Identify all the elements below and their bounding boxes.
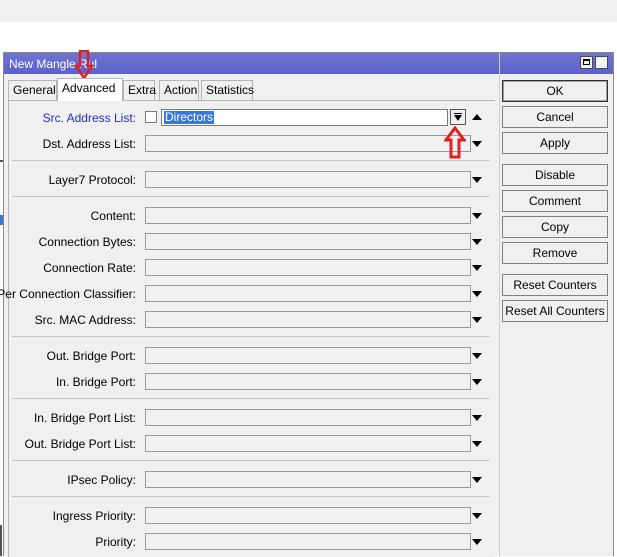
src-mac-address-row: Src. MAC Address: [9, 310, 489, 330]
in-bridge-port-label: In. Bridge Port: [55, 375, 136, 389]
content-label: Content: [90, 209, 136, 223]
comment-button[interactable]: Comment [502, 190, 608, 212]
title-bar[interactable]: New Mangle Rul ✕ [4, 53, 613, 74]
in-bridge-port-list-dropdown-arrow-icon[interactable] [472, 415, 482, 421]
src-mac-address-field[interactable] [145, 311, 471, 328]
separator [12, 398, 490, 399]
out-bridge-port-list-label: Out. Bridge Port List: [24, 437, 136, 451]
remove-button[interactable]: Remove [502, 242, 608, 264]
tab-general[interactable]: General [8, 80, 57, 100]
background-top [0, 0, 617, 22]
reset-all-counters-button[interactable]: Reset All Counters [502, 300, 608, 322]
in-bridge-port-dropdown-arrow-icon[interactable] [472, 379, 482, 385]
dst-address-list-field[interactable] [145, 135, 471, 152]
connection-bytes-dropdown-arrow-icon[interactable] [472, 239, 482, 245]
src-address-list-dropdown[interactable] [450, 109, 466, 125]
src-address-list-input[interactable]: Directors [161, 109, 448, 126]
per-connection-classifier-row: Per Connection Classifier: [0, 284, 489, 304]
dropdown-bar-icon [454, 113, 462, 114]
close-button[interactable]: ✕ [595, 56, 608, 69]
reset-counters-button[interactable]: Reset Counters [502, 274, 608, 296]
in-bridge-port-field[interactable] [145, 373, 471, 390]
separator [12, 496, 490, 497]
per-connection-classifier-label: Per Connection Classifier: [0, 287, 136, 301]
in-bridge-port-row: In. Bridge Port: [9, 372, 489, 392]
ipsec-policy-label: IPsec Policy: [67, 473, 136, 487]
layer7-protocol-field[interactable] [145, 171, 471, 188]
out-bridge-port-list-dropdown-arrow-icon[interactable] [472, 441, 482, 447]
separator [12, 460, 490, 461]
ingress-priority-field[interactable] [145, 507, 471, 524]
in-bridge-port-list-row: In. Bridge Port List: [9, 408, 489, 428]
in-bridge-port-list-field[interactable] [145, 409, 471, 426]
connection-rate-row: Connection Rate: [9, 258, 489, 278]
src-address-list-value: Directors [164, 110, 215, 124]
separator [12, 336, 490, 337]
maximize-button[interactable] [580, 56, 593, 69]
dst-address-list-label: Dst. Address List: [42, 137, 136, 151]
connection-rate-label: Connection Rate: [43, 261, 136, 275]
ipsec-policy-row: IPsec Policy: [9, 470, 489, 490]
ipsec-policy-dropdown-arrow-icon[interactable] [472, 477, 482, 483]
per-connection-classifier-dropdown-arrow-icon[interactable] [472, 291, 482, 297]
out-bridge-port-label: Out. Bridge Port: [46, 349, 136, 363]
priority-field[interactable] [145, 533, 471, 550]
content-row: Content: [9, 206, 489, 226]
ok-button[interactable]: OK [502, 80, 608, 102]
ingress-priority-label: Ingress Priority: [52, 509, 136, 523]
ingress-priority-dropdown-arrow-icon[interactable] [472, 513, 482, 519]
connection-bytes-field[interactable] [145, 233, 471, 250]
priority-dropdown-arrow-icon[interactable] [472, 539, 482, 545]
button-column-divider [499, 53, 500, 557]
dst-address-list-row: Dst. Address List: [9, 134, 489, 154]
tab-statistics[interactable]: Statistics [201, 80, 254, 100]
mangle-rule-window: New Mangle Rul ✕ General Advanced Extra … [0, 52, 614, 557]
advanced-tab-panel: Src. Address List: Directors Dst. Addres… [0, 100, 495, 557]
per-connection-classifier-field[interactable] [145, 285, 471, 302]
in-bridge-port-list-label: In. Bridge Port List: [33, 411, 136, 425]
background-edge-mark [0, 525, 2, 556]
src-mac-address-label: Src. MAC Address: [34, 313, 136, 327]
remove-condition-up-arrow-icon[interactable] [472, 114, 482, 120]
src-address-list-row: Src. Address List: Directors [9, 108, 489, 128]
ingress-priority-row: Ingress Priority: [9, 506, 489, 526]
tab-action[interactable]: Action [159, 80, 199, 100]
content-dropdown-arrow-icon[interactable] [472, 213, 482, 219]
cancel-button[interactable]: Cancel [502, 106, 608, 128]
separator [12, 160, 490, 161]
tab-extra[interactable]: Extra [123, 80, 156, 100]
content-field[interactable] [145, 207, 471, 224]
layer7-protocol-row: Layer7 Protocol: [9, 170, 489, 190]
separator [12, 196, 490, 197]
layer7-protocol-label: Layer7 Protocol: [48, 173, 136, 187]
layer7-protocol-dropdown-arrow-icon[interactable] [472, 177, 482, 183]
src-address-list-label: Src. Address List: [42, 111, 136, 125]
apply-button[interactable]: Apply [502, 132, 608, 154]
src-mac-address-dropdown-arrow-icon[interactable] [472, 317, 482, 323]
out-bridge-port-dropdown-arrow-icon[interactable] [472, 353, 482, 359]
red-down-arrow-icon [74, 50, 94, 80]
out-bridge-port-list-row: Out. Bridge Port List: [9, 434, 489, 454]
connection-rate-field[interactable] [145, 259, 471, 276]
out-bridge-port-field[interactable] [145, 347, 471, 364]
src-address-list-negate-checkbox[interactable] [145, 111, 157, 123]
disable-button[interactable]: Disable [502, 164, 608, 186]
dropdown-arrow-icon [454, 115, 462, 121]
red-up-arrow-icon [444, 126, 466, 159]
connection-bytes-row: Connection Bytes: [9, 232, 489, 252]
tab-advanced[interactable]: Advanced [57, 78, 123, 101]
dst-address-list-dropdown-arrow-icon[interactable] [472, 141, 482, 147]
copy-button[interactable]: Copy [502, 216, 608, 238]
out-bridge-port-list-field[interactable] [145, 435, 471, 452]
priority-row: Priority: [9, 532, 489, 552]
priority-label: Priority: [95, 535, 136, 549]
out-bridge-port-row: Out. Bridge Port: [9, 346, 489, 366]
connection-rate-dropdown-arrow-icon[interactable] [472, 265, 482, 271]
connection-bytes-label: Connection Bytes: [38, 235, 136, 249]
ipsec-policy-field[interactable] [145, 471, 471, 488]
